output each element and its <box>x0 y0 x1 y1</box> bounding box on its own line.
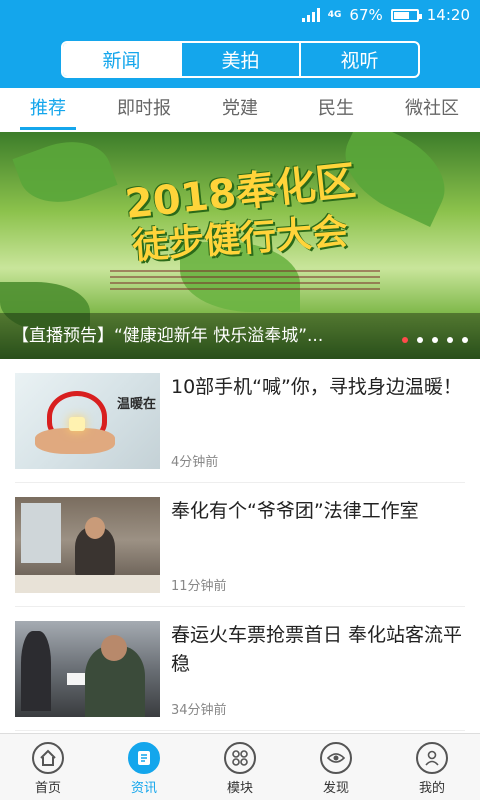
carousel-dot[interactable] <box>432 337 438 343</box>
banner-caption[interactable]: 【直播预告】“健康迎新年 快乐溢奉城”... <box>0 313 480 359</box>
news-thumbnail <box>15 621 160 717</box>
news-thumbnail: 温暖在 <box>15 373 160 469</box>
battery-percent: 67% <box>349 6 383 24</box>
segment-photo[interactable]: 美拍 <box>180 43 299 76</box>
news-item[interactable]: 奉化有个“爷爷团”法律工作室 11分钟前 <box>15 483 465 607</box>
carousel-dot[interactable] <box>402 337 408 343</box>
face-shape <box>85 517 105 539</box>
tab-recommend[interactable]: 推荐 <box>0 88 96 132</box>
user-icon <box>416 742 448 774</box>
news-title[interactable]: 奉化有个“爷爷团”法律工作室 <box>171 497 471 526</box>
news-title[interactable]: 春运火车票抢票首日 奉化站客流平稳 <box>171 621 471 679</box>
tab-party[interactable]: 党建 <box>192 88 288 132</box>
network-type-icon: 4G <box>327 9 342 20</box>
hands-shape <box>35 428 115 454</box>
bottom-nav: 首页 资讯 模块 发现 我的 <box>0 733 480 800</box>
carousel-indicators <box>402 337 468 343</box>
eye-icon <box>320 742 352 774</box>
segment-news[interactable]: 新闻 <box>63 43 180 76</box>
carousel-dot[interactable] <box>462 337 468 343</box>
news-item[interactable]: 温暖在 10部手机“喊”你，寻找身边温暖！ 4分钟前 <box>15 359 465 483</box>
carousel-dot[interactable] <box>447 337 453 343</box>
tab-livelihood[interactable]: 民生 <box>288 88 384 132</box>
tab-instant[interactable]: 即时报 <box>96 88 192 132</box>
clock: 14:20 <box>426 6 470 24</box>
news-time: 11分钟前 <box>171 579 227 594</box>
face-shape <box>101 635 127 661</box>
status-bar: 4G 67% 14:20 <box>0 0 480 34</box>
news-icon <box>128 742 160 774</box>
desk-shape <box>15 575 160 593</box>
nav-label: 首页 <box>34 781 61 796</box>
section-switcher: 新闻 美拍 视听 <box>61 41 420 78</box>
category-tabs: 推荐 即时报 党建 民生 微社区 <box>0 88 480 132</box>
grid-icon <box>224 742 256 774</box>
ticket-shape <box>67 673 85 685</box>
wifi-signal-icon <box>301 8 320 22</box>
status-right: 4G 67% 14:20 <box>301 6 470 24</box>
candle-shape <box>69 417 85 431</box>
news-item[interactable]: 春运火车票抢票首日 奉化站客流平稳 34分钟前 <box>15 607 465 731</box>
nav-label: 我的 <box>418 781 445 796</box>
nav-news[interactable]: 资讯 <box>96 734 192 800</box>
news-time: 34分钟前 <box>171 703 227 718</box>
segment-video[interactable]: 视听 <box>299 43 418 76</box>
nav-label: 模块 <box>226 781 253 796</box>
person-shape <box>21 631 51 711</box>
tab-community[interactable]: 微社区 <box>384 88 480 132</box>
battery-icon <box>390 8 422 22</box>
banner-fine-print <box>110 266 380 306</box>
nav-label: 资讯 <box>130 781 157 796</box>
window-shape <box>21 503 61 563</box>
carousel-dot[interactable] <box>417 337 423 343</box>
news-time: 4分钟前 <box>171 455 219 470</box>
news-thumbnail <box>15 497 160 593</box>
nav-discover[interactable]: 发现 <box>288 734 384 800</box>
home-icon <box>32 742 64 774</box>
news-list: 温暖在 10部手机“喊”你，寻找身边温暖！ 4分钟前 奉化有个“爷爷团”法律工作… <box>0 359 480 731</box>
thumb-caption: 温暖在 <box>116 397 156 412</box>
news-title[interactable]: 10部手机“喊”你，寻找身边温暖！ <box>171 373 471 402</box>
nav-mine[interactable]: 我的 <box>384 734 480 800</box>
nav-modules[interactable]: 模块 <box>192 734 288 800</box>
top-bar: 4G 67% 14:20 新闻 美拍 视听 <box>0 0 480 88</box>
banner-carousel[interactable]: 2018奉化区 徒步健行大会 【直播预告】“健康迎新年 快乐溢奉城”... <box>0 132 480 359</box>
nav-home[interactable]: 首页 <box>0 734 96 800</box>
nav-label: 发现 <box>322 781 349 796</box>
